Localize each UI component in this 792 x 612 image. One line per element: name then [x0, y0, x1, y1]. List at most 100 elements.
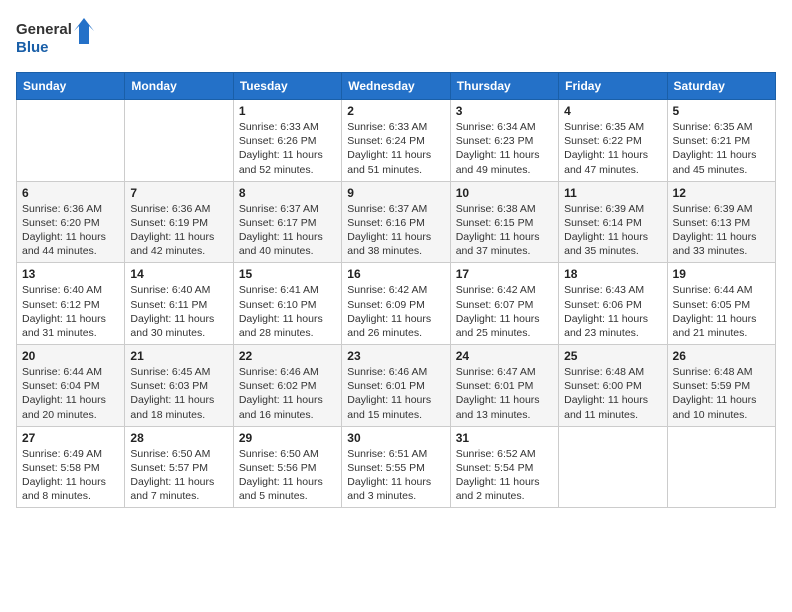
day-number: 28 — [130, 431, 227, 445]
day-number: 3 — [456, 104, 553, 118]
day-info: Sunrise: 6:44 AMSunset: 6:05 PMDaylight:… — [673, 283, 770, 340]
day-number: 20 — [22, 349, 119, 363]
day-cell: 26Sunrise: 6:48 AMSunset: 5:59 PMDayligh… — [667, 345, 775, 427]
day-info: Sunrise: 6:47 AMSunset: 6:01 PMDaylight:… — [456, 365, 553, 422]
day-cell: 27Sunrise: 6:49 AMSunset: 5:58 PMDayligh… — [17, 426, 125, 508]
week-row-2: 6 Sunrise: 6:36 AMSunset: 6:20 PMDaylight… — [17, 181, 776, 263]
day-number: 12 — [673, 186, 770, 200]
day-info: Sunrise: 6:41 AMSunset: 6:10 PMDaylight:… — [239, 283, 336, 340]
week-row-1: 1 Sunrise: 6:33 AMSunset: 6:26 PMDaylight… — [17, 100, 776, 182]
weekday-header-saturday: Saturday — [667, 73, 775, 100]
weekday-header-friday: Friday — [559, 73, 667, 100]
weekday-header-monday: Monday — [125, 73, 233, 100]
day-cell: 15 Sunrise: 6:41 AMSunset: 6:10 PMDayligh… — [233, 263, 341, 345]
calendar-table: SundayMondayTuesdayWednesdayThursdayFrid… — [16, 72, 776, 508]
day-cell: 19 Sunrise: 6:44 AMSunset: 6:05 PMDayligh… — [667, 263, 775, 345]
day-cell: 25Sunrise: 6:48 AMSunset: 6:00 PMDayligh… — [559, 345, 667, 427]
day-info: Sunrise: 6:42 AMSunset: 6:09 PMDaylight:… — [347, 283, 444, 340]
day-cell: 29 Sunrise: 6:50 AMSunset: 5:56 PMDayligh… — [233, 426, 341, 508]
day-cell: 4 Sunrise: 6:35 AMSunset: 6:22 PMDaylight… — [559, 100, 667, 182]
weekday-header-tuesday: Tuesday — [233, 73, 341, 100]
day-cell: 7 Sunrise: 6:36 AMSunset: 6:19 PMDaylight… — [125, 181, 233, 263]
day-cell: 5Sunrise: 6:35 AMSunset: 6:21 PMDaylight… — [667, 100, 775, 182]
day-number: 13 — [22, 267, 119, 281]
week-row-3: 13 Sunrise: 6:40 AMSunset: 6:12 PMDayligh… — [17, 263, 776, 345]
day-number: 14 — [130, 267, 227, 281]
day-info: Sunrise: 6:43 AMSunset: 6:06 PMDaylight:… — [564, 283, 661, 340]
day-cell — [125, 100, 233, 182]
day-number: 17 — [456, 267, 553, 281]
day-cell — [17, 100, 125, 182]
day-number: 22 — [239, 349, 336, 363]
day-info: Sunrise: 6:50 AMSunset: 5:56 PMDaylight:… — [239, 447, 336, 504]
svg-text:Blue: Blue — [16, 39, 49, 56]
day-info: Sunrise: 6:39 AMSunset: 6:14 PMDaylight:… — [564, 202, 661, 259]
day-info: Sunrise: 6:52 AMSunset: 5:54 PMDaylight:… — [456, 447, 553, 504]
day-number: 7 — [130, 186, 227, 200]
day-cell: 11 Sunrise: 6:39 AMSunset: 6:14 PMDayligh… — [559, 181, 667, 263]
day-cell: 2 Sunrise: 6:33 AMSunset: 6:24 PMDaylight… — [342, 100, 450, 182]
day-number: 9 — [347, 186, 444, 200]
day-number: 31 — [456, 431, 553, 445]
day-cell: 10 Sunrise: 6:38 AMSunset: 6:15 PMDayligh… — [450, 181, 558, 263]
day-number: 29 — [239, 431, 336, 445]
day-cell: 14Sunrise: 6:40 AMSunset: 6:11 PMDayligh… — [125, 263, 233, 345]
day-info: Sunrise: 6:36 AMSunset: 6:20 PMDaylight:… — [22, 202, 119, 259]
day-info: Sunrise: 6:35 AMSunset: 6:21 PMDaylight:… — [673, 120, 770, 177]
day-number: 8 — [239, 186, 336, 200]
day-info: Sunrise: 6:37 AMSunset: 6:17 PMDaylight:… — [239, 202, 336, 259]
day-number: 25 — [564, 349, 661, 363]
page-header: General Blue — [16, 16, 776, 60]
day-cell: 1 Sunrise: 6:33 AMSunset: 6:26 PMDaylight… — [233, 100, 341, 182]
day-cell: 28 Sunrise: 6:50 AMSunset: 5:57 PMDayligh… — [125, 426, 233, 508]
logo-svg: General Blue — [16, 16, 96, 60]
day-cell: 22Sunrise: 6:46 AMSunset: 6:02 PMDayligh… — [233, 345, 341, 427]
day-number: 2 — [347, 104, 444, 118]
day-cell: 18 Sunrise: 6:43 AMSunset: 6:06 PMDayligh… — [559, 263, 667, 345]
day-cell: 3 Sunrise: 6:34 AMSunset: 6:23 PMDaylight… — [450, 100, 558, 182]
day-number: 18 — [564, 267, 661, 281]
day-number: 11 — [564, 186, 661, 200]
day-info: Sunrise: 6:38 AMSunset: 6:15 PMDaylight:… — [456, 202, 553, 259]
day-info: Sunrise: 6:35 AMSunset: 6:22 PMDaylight:… — [564, 120, 661, 177]
day-cell: 16 Sunrise: 6:42 AMSunset: 6:09 PMDayligh… — [342, 263, 450, 345]
day-number: 6 — [22, 186, 119, 200]
day-info: Sunrise: 6:39 AMSunset: 6:13 PMDaylight:… — [673, 202, 770, 259]
day-number: 24 — [456, 349, 553, 363]
day-cell: 20Sunrise: 6:44 AMSunset: 6:04 PMDayligh… — [17, 345, 125, 427]
day-info: Sunrise: 6:50 AMSunset: 5:57 PMDaylight:… — [130, 447, 227, 504]
day-number: 4 — [564, 104, 661, 118]
weekday-header-wednesday: Wednesday — [342, 73, 450, 100]
weekday-header-thursday: Thursday — [450, 73, 558, 100]
day-info: Sunrise: 6:36 AMSunset: 6:19 PMDaylight:… — [130, 202, 227, 259]
day-info: Sunrise: 6:46 AMSunset: 6:01 PMDaylight:… — [347, 365, 444, 422]
day-number: 1 — [239, 104, 336, 118]
day-cell: 21Sunrise: 6:45 AMSunset: 6:03 PMDayligh… — [125, 345, 233, 427]
day-info: Sunrise: 6:37 AMSunset: 6:16 PMDaylight:… — [347, 202, 444, 259]
day-cell — [667, 426, 775, 508]
day-cell — [559, 426, 667, 508]
day-info: Sunrise: 6:33 AMSunset: 6:26 PMDaylight:… — [239, 120, 336, 177]
day-cell: 9 Sunrise: 6:37 AMSunset: 6:16 PMDaylight… — [342, 181, 450, 263]
day-number: 19 — [673, 267, 770, 281]
logo: General Blue — [16, 16, 96, 60]
day-cell: 30Sunrise: 6:51 AMSunset: 5:55 PMDayligh… — [342, 426, 450, 508]
day-number: 16 — [347, 267, 444, 281]
day-cell: 6 Sunrise: 6:36 AMSunset: 6:20 PMDaylight… — [17, 181, 125, 263]
weekday-header-sunday: Sunday — [17, 73, 125, 100]
day-info: Sunrise: 6:33 AMSunset: 6:24 PMDaylight:… — [347, 120, 444, 177]
week-row-5: 27Sunrise: 6:49 AMSunset: 5:58 PMDayligh… — [17, 426, 776, 508]
day-number: 15 — [239, 267, 336, 281]
day-info: Sunrise: 6:48 AMSunset: 5:59 PMDaylight:… — [673, 365, 770, 422]
svg-text:General: General — [16, 21, 72, 38]
weekday-header-row: SundayMondayTuesdayWednesdayThursdayFrid… — [17, 73, 776, 100]
day-info: Sunrise: 6:51 AMSunset: 5:55 PMDaylight:… — [347, 447, 444, 504]
day-number: 10 — [456, 186, 553, 200]
day-info: Sunrise: 6:40 AMSunset: 6:12 PMDaylight:… — [22, 283, 119, 340]
day-number: 23 — [347, 349, 444, 363]
day-cell: 12 Sunrise: 6:39 AMSunset: 6:13 PMDayligh… — [667, 181, 775, 263]
day-cell: 8 Sunrise: 6:37 AMSunset: 6:17 PMDaylight… — [233, 181, 341, 263]
day-cell: 13 Sunrise: 6:40 AMSunset: 6:12 PMDayligh… — [17, 263, 125, 345]
day-info: Sunrise: 6:34 AMSunset: 6:23 PMDaylight:… — [456, 120, 553, 177]
day-info: Sunrise: 6:42 AMSunset: 6:07 PMDaylight:… — [456, 283, 553, 340]
